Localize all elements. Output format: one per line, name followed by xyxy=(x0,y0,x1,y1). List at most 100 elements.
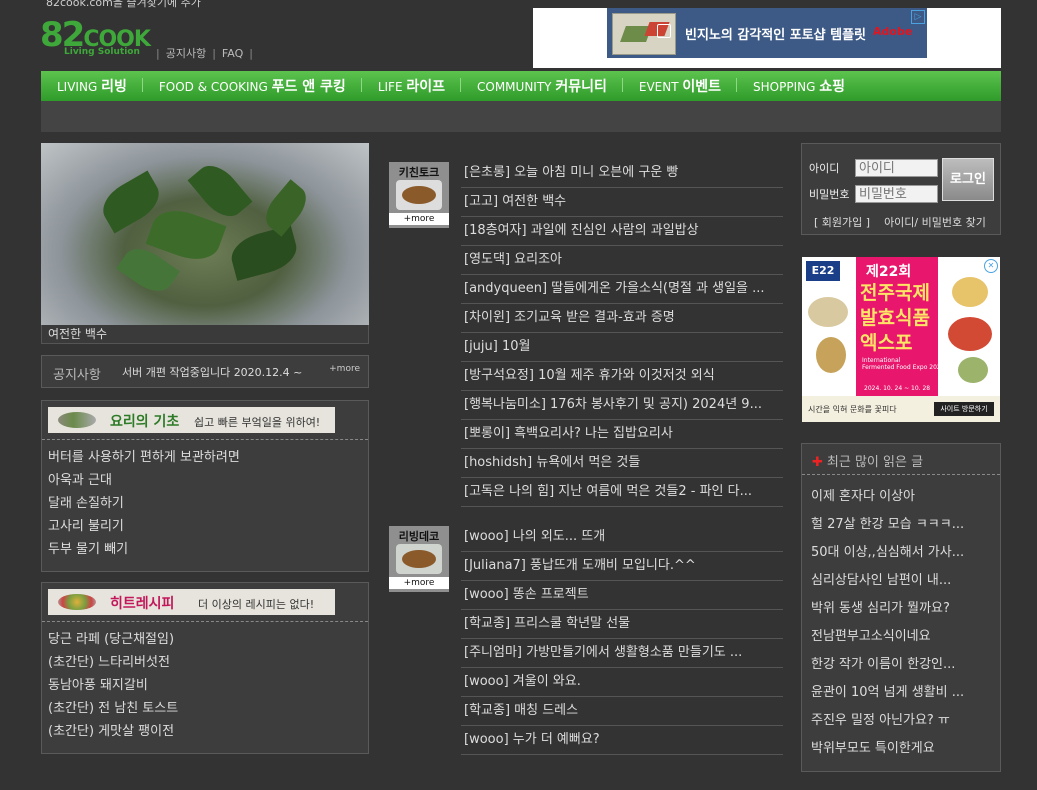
info-icon[interactable]: ▷ xyxy=(911,10,925,24)
list-item[interactable]: (초간단) 게맛살 팽이전 xyxy=(48,720,178,743)
hit-recipe-title: 히트레시피 xyxy=(110,596,175,612)
list-item[interactable]: [차이윈] 조기교육 받은 결과-효과 증명 xyxy=(461,304,783,333)
cooking-basics-title: 요리의 기초 xyxy=(110,414,180,430)
camera-icon xyxy=(657,24,671,38)
kitchen-talk-label: 키친토크 xyxy=(398,166,440,179)
top-advertisement[interactable]: 빈지노의 감각적인 포토샵 템플릿 Adobe ▷ xyxy=(533,8,1001,68)
cooking-basics-banner[interactable]: 요리의 기초 쉽고 빠른 부엌일을 위하여! xyxy=(48,407,335,433)
password-input[interactable] xyxy=(855,185,938,203)
living-deco-list: [wooo] 나의 외도... 뜨개 [Juliana7] 풍납뜨개 도깨비 모… xyxy=(461,523,783,755)
list-item[interactable]: 이제 혼자다 이상아 xyxy=(811,483,964,511)
dish-icon xyxy=(58,594,96,610)
popular-title: 최근 많이 읽은 글 xyxy=(826,455,924,470)
plus-icon: ✚ xyxy=(812,455,823,470)
list-item[interactable]: (초간단) 전 남친 토스트 xyxy=(48,697,178,720)
list-item[interactable]: 두부 물기 빼기 xyxy=(48,538,240,561)
bookmark-tagline[interactable]: 82cook.com을 즐겨찾기에 추가 xyxy=(46,0,201,10)
list-item[interactable]: [학교종] 매칭 드레스 xyxy=(461,697,783,726)
nav-event[interactable]: EVENT 이벤트 xyxy=(623,76,738,96)
login-box: 아이디 비밀번호 로그인 [ 회원가입 ] 아이디/ 비밀번호 찾기 xyxy=(801,143,1001,235)
expo-advertisement[interactable]: E22 ✕ 제22회 전주국제 발효식품 엑스포 International Fe… xyxy=(802,257,1000,422)
nav-community[interactable]: COMMUNITY 커뮤니티 xyxy=(461,76,623,96)
site-logo[interactable]: 82COOK Living Solution xyxy=(40,18,151,60)
list-item[interactable]: 50대 이상,,심심해서 가사... xyxy=(811,539,964,567)
list-item[interactable]: 한강 작가 이름이 한강인... xyxy=(811,651,964,679)
nav-living[interactable]: LIVING 리빙 xyxy=(41,76,143,96)
hit-recipe-subtitle: 더 이상의 레시피는 없다! xyxy=(198,598,315,611)
popular-posts-box: ✚ 최근 많이 읽은 글 이제 혼자다 이상아 헐 27살 한강 모습 ㅋㅋㅋ..… xyxy=(801,443,1001,772)
list-item[interactable]: 동남아풍 돼지갈비 xyxy=(48,674,178,697)
faq-link[interactable]: FAQ xyxy=(222,47,243,60)
list-item[interactable]: 박위부모도 특이한게요 xyxy=(811,735,964,763)
expo-slogan: 시간을 익혀 문화를 꽃피다 xyxy=(808,405,897,414)
list-item[interactable]: 윤관이 10억 넘게 생활비 ... xyxy=(811,679,964,707)
password-label: 비밀번호 xyxy=(809,188,850,201)
id-input[interactable] xyxy=(855,159,938,177)
top-links: | 공지사항 | FAQ | xyxy=(156,47,253,60)
list-item[interactable]: [wooo] 똥손 프로젝트 xyxy=(461,581,783,610)
sub-nav-bar xyxy=(41,101,1001,132)
feature-photo[interactable] xyxy=(41,143,369,325)
list-item[interactable]: 전남편부고소식이네요 xyxy=(811,623,964,651)
list-item[interactable]: [wooo] 나의 외도... 뜨개 xyxy=(461,523,783,552)
main-nav: LIVING 리빙 FOOD & COOKING 푸드 앤 쿠킹 LIFE 라이… xyxy=(41,71,1001,101)
notice-more-link[interactable]: +more xyxy=(329,364,360,374)
expo-date: 2024. 10. 24 ~ 10. 28 xyxy=(864,385,931,392)
list-item[interactable]: 달래 손질하기 xyxy=(48,492,240,515)
list-item[interactable]: [주니엄마] 가방만들기에서 생활형소품 만들기도 ... xyxy=(461,639,783,668)
list-item[interactable]: [wooo] 누가 더 예뻐요? xyxy=(461,726,783,755)
list-item[interactable]: [hoshidsh] 뉴욕에서 먹은 것들 xyxy=(461,449,783,478)
ad-brand: Adobe xyxy=(873,25,913,38)
list-item[interactable]: [고독은 나의 힘] 지난 여름에 먹은 것들2 - 파인 다... xyxy=(461,478,783,507)
list-item[interactable]: [방구석요정] 10월 제주 휴가와 이것저것 외식 xyxy=(461,362,783,391)
list-item[interactable]: [wooo] 겨울이 와요. xyxy=(461,668,783,697)
expo-visit-button[interactable]: 사이트 방문하기 xyxy=(934,402,994,416)
bread-icon xyxy=(396,180,442,210)
notice-title: 공지사항 xyxy=(53,368,101,383)
cooking-basics-subtitle: 쉽고 빠른 부엌일을 위하여! xyxy=(194,416,321,429)
find-account-link[interactable]: 아이디/ 비밀번호 찾기 xyxy=(884,216,986,229)
hit-recipe-box: 히트레시피 더 이상의 레시피는 없다! 당근 라페 (당근채절임) (초간단)… xyxy=(41,582,369,754)
list-item[interactable]: [고고] 여전한 백수 xyxy=(461,188,783,217)
join-link[interactable]: [ 회원가입 ] xyxy=(814,216,870,229)
expo-line1: 제22회 xyxy=(866,264,912,280)
list-item[interactable]: [영도댁] 요리조아 xyxy=(461,246,783,275)
list-item[interactable]: 버터를 사용하기 편하게 보관하려면 xyxy=(48,446,240,469)
decor-icon xyxy=(396,544,442,574)
list-item[interactable]: [은초롱] 오늘 아침 미니 오븐에 구운 빵 xyxy=(461,159,783,188)
list-item[interactable]: [18층여자] 과일에 진심인 사람의 과일밥상 xyxy=(461,217,783,246)
list-item[interactable]: [행복나눔미소] 176차 봉사후기 및 공지) 2024년 9... xyxy=(461,391,783,420)
list-item[interactable]: 아욱과 근대 xyxy=(48,469,240,492)
kitchen-talk-badge[interactable]: 키친토크 +more xyxy=(389,162,449,228)
expo-english: International Fermented Food Expo 2024 xyxy=(862,357,945,371)
list-item[interactable]: 헐 27살 한강 모습 ㅋㅋㅋ... xyxy=(811,511,964,539)
close-icon[interactable]: ✕ xyxy=(984,259,998,273)
list-item[interactable]: 당근 라페 (당근채절임) xyxy=(48,628,178,651)
list-item[interactable]: 박위 동생 심리가 뭘까요? xyxy=(811,595,964,623)
living-deco-badge[interactable]: 리빙데코 +more xyxy=(389,526,449,592)
nav-life[interactable]: LIFE 라이프 xyxy=(362,76,462,96)
list-item[interactable]: [학교종] 프리스쿨 학년말 선물 xyxy=(461,610,783,639)
kitchen-talk-more[interactable]: +more xyxy=(389,213,449,225)
nav-shopping[interactable]: SHOPPING 쇼핑 xyxy=(737,76,861,96)
hit-recipe-banner[interactable]: 히트레시피 더 이상의 레시피는 없다! xyxy=(48,589,335,615)
list-item[interactable]: 주진우 밀정 아닌가요? ㅠ xyxy=(811,707,964,735)
login-button[interactable]: 로그인 xyxy=(942,158,994,201)
list-item[interactable]: [andyqueen] 딸들에게온 가을소식(명절 과 생일을 ... xyxy=(461,275,783,304)
cooking-pan-icon xyxy=(58,412,96,428)
list-item[interactable]: [Juliana7] 풍납뜨개 도깨비 모입니다.^^ xyxy=(461,552,783,581)
list-item[interactable]: [juju] 10월 xyxy=(461,333,783,362)
list-item[interactable]: 심리상담사인 남편이 내... xyxy=(811,567,964,595)
notice-content[interactable]: 서버 개편 작업중입니다 2020.12.4 ~ xyxy=(122,364,302,380)
ad-text: 빈지노의 감각적인 포토샵 템플릿 xyxy=(685,28,867,43)
cooking-basics-box: 요리의 기초 쉽고 빠른 부엌일을 위하여! 버터를 사용하기 편하게 보관하려… xyxy=(41,400,369,572)
list-item[interactable]: [뽀롱이] 흑백요리사? 나는 집밥요리사 xyxy=(461,420,783,449)
list-item[interactable]: 고사리 불리기 xyxy=(48,515,240,538)
nav-food-cooking[interactable]: FOOD & COOKING 푸드 앤 쿠킹 xyxy=(143,76,362,96)
living-deco-more[interactable]: +more xyxy=(389,577,449,589)
expo-headline: 전주국제 발효식품 엑스포 xyxy=(860,282,930,354)
feature-photo-caption[interactable]: 여전한 백수 xyxy=(41,325,369,344)
notice-link[interactable]: 공지사항 xyxy=(166,47,206,60)
expo-logo: E22 xyxy=(806,261,840,281)
list-item[interactable]: (초간단) 느타리버섯전 xyxy=(48,651,178,674)
